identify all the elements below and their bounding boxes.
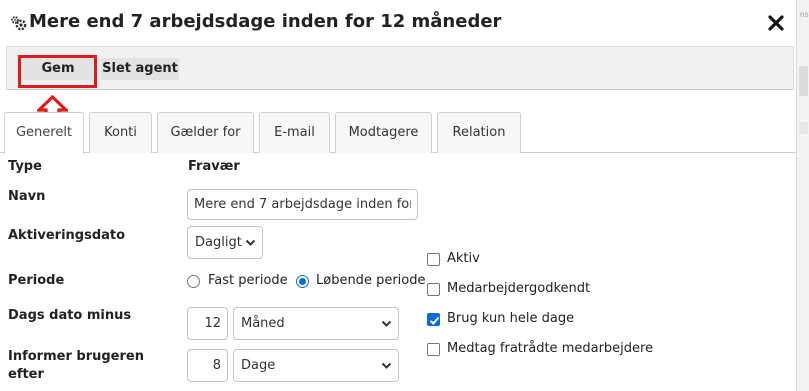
background-stripe (799, 66, 808, 96)
whole-days-checkbox[interactable] (427, 313, 440, 326)
tab-generelt[interactable]: Generelt (4, 112, 84, 154)
include-resigned-checkbox-label: Medtag fratrådte medarbejdere (447, 341, 654, 356)
notify-label-line2: efter (8, 367, 44, 382)
notify-number-input[interactable]: 8 (187, 349, 228, 382)
date-minus-unit-select[interactable]: Måned (233, 307, 399, 340)
toolbar: Gem Slet agent (6, 46, 794, 90)
chevron-down-icon (381, 320, 392, 327)
date-minus-unit-value: Måned (241, 316, 285, 331)
notify-label-line1: Informer brugeren (8, 349, 144, 364)
type-value: Fravær (188, 159, 240, 174)
chevron-down-icon (245, 239, 256, 246)
chevron-down-icon (381, 362, 392, 369)
tab-konti[interactable]: Konti (89, 112, 152, 153)
activation-select-value: Dagligt (195, 235, 242, 250)
activation-select[interactable]: Dagligt (187, 226, 263, 259)
running-period-label: Løbende periode (316, 273, 426, 288)
employee-approved-checkbox-label: Medarbejdergodkendt (447, 281, 591, 296)
whole-days-checkbox-label: Brug kun hele dage (447, 311, 575, 326)
delete-agent-button[interactable]: Slet agent (101, 58, 179, 80)
save-button-highlight (18, 55, 97, 88)
fixed-period-radio[interactable] (187, 275, 200, 288)
include-resigned-checkbox[interactable] (427, 343, 440, 356)
tab-email[interactable]: E-mail (259, 112, 330, 153)
date-minus-label: Dags dato minus (8, 308, 132, 323)
gears-icon (11, 16, 27, 31)
active-checkbox[interactable] (427, 253, 440, 266)
tab-bar: Generelt Konti Gælder for E-mail Modtage… (0, 112, 796, 154)
name-label: Navn (8, 189, 46, 204)
background-window-text: ns (800, 10, 809, 19)
fixed-period-label: Fast periode (208, 273, 288, 288)
running-period-radio[interactable] (296, 275, 309, 288)
tab-gaelder-for[interactable]: Gælder for (157, 112, 254, 153)
close-icon[interactable] (766, 13, 786, 33)
date-minus-number-input[interactable]: 12 (187, 307, 228, 340)
notify-unit-value: Dage (241, 358, 276, 373)
type-label: Type (8, 159, 42, 174)
dialog-title: Mere end 7 arbejdsdage inden for 12 måne… (29, 11, 502, 32)
tab-modtagere[interactable]: Modtagere (335, 112, 432, 153)
employee-approved-checkbox[interactable] (427, 283, 440, 296)
notify-unit-select[interactable]: Dage (233, 349, 399, 382)
name-input[interactable] (187, 189, 418, 220)
tab-relation[interactable]: Relation (437, 112, 521, 153)
checkmark-icon (429, 316, 440, 325)
activation-label: Aktiveringsdato (8, 228, 126, 243)
background-stripe (799, 122, 808, 134)
background-window-edge: ns (796, 0, 809, 391)
active-checkbox-label: Aktiv (447, 251, 480, 266)
dialog-titlebar: Mere end 7 arbejdsdage inden for 12 måne… (0, 0, 796, 46)
period-label: Periode (8, 273, 65, 288)
